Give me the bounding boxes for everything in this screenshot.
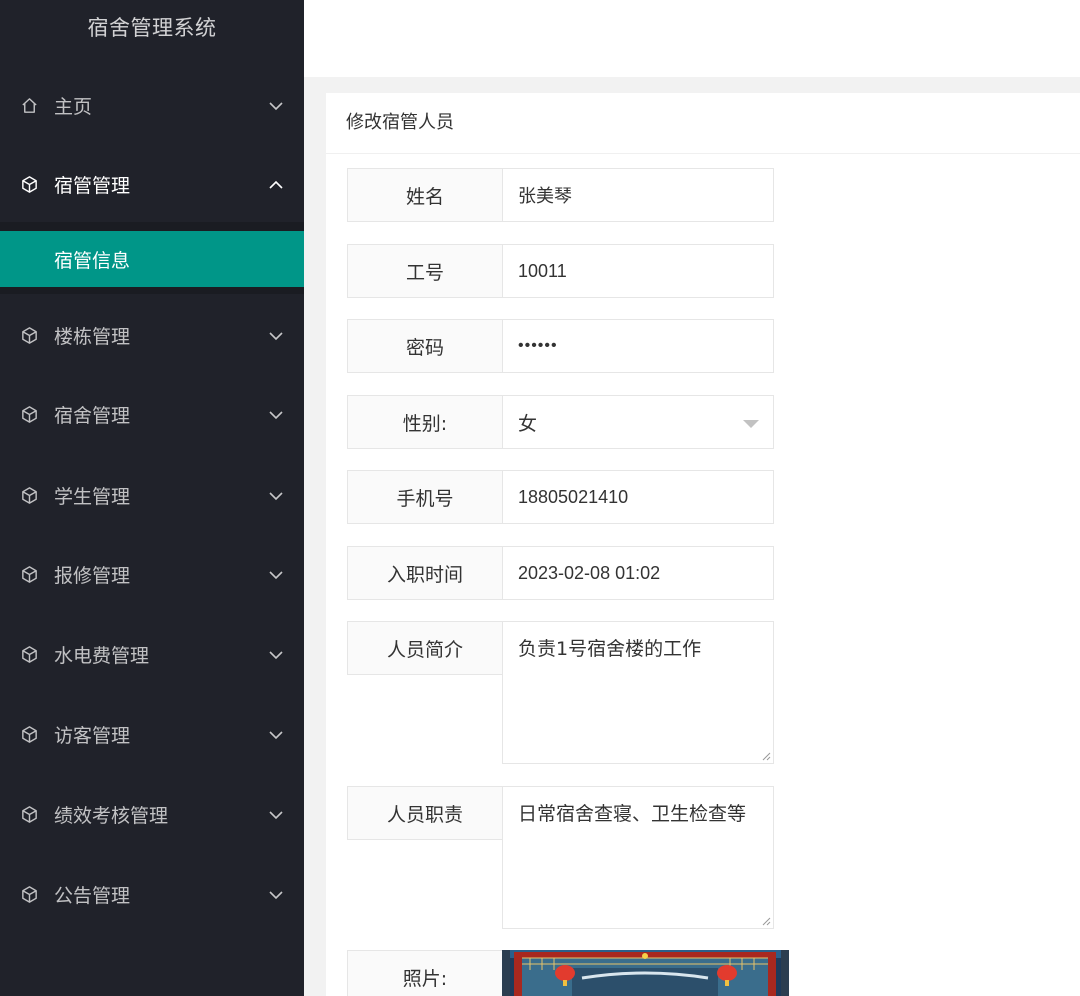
nav-item-visitor[interactable]: 访客管理 — [0, 706, 304, 762]
cube-icon — [19, 804, 39, 824]
nav-label: 宿舍管理 — [54, 404, 131, 427]
sidebar: 宿舍管理系统 主页 宿管管理 宿管信息 楼栋管理 宿舍管理 学生管理 报修管理 … — [0, 0, 304, 996]
app-title: 宿舍管理系统 — [87, 16, 217, 40]
field-label: 人员简介 — [347, 621, 503, 675]
chevron-down-icon — [268, 410, 284, 426]
nav-item-home[interactable]: 主页 — [0, 77, 304, 133]
nav-label: 绩效考核管理 — [54, 804, 169, 827]
form-row-password: 密码 •••••• — [347, 319, 774, 373]
field-label: 人员职责 — [347, 786, 503, 840]
phone-input[interactable]: 18805021410 — [503, 470, 774, 524]
gender-value: 女 — [518, 412, 538, 435]
cube-icon — [19, 404, 39, 424]
field-label: 手机号 — [347, 470, 503, 524]
cube-icon — [19, 174, 39, 194]
nav-label: 主页 — [54, 95, 93, 118]
chevron-down-icon — [268, 890, 284, 906]
duty-text: 日常宿舍查寝、卫生检查等 — [518, 803, 747, 825]
form-row-photo: 照片: — [347, 950, 789, 996]
home-icon — [19, 95, 39, 115]
chevron-down-icon — [268, 491, 284, 507]
chevron-down-icon — [268, 650, 284, 666]
name-input[interactable]: 张美琴 — [503, 168, 774, 222]
form-row-intro: 人员简介 负责1号宿舍楼的工作 — [347, 621, 774, 764]
cube-icon — [19, 485, 39, 505]
cube-icon — [19, 884, 39, 904]
chevron-up-icon — [268, 180, 284, 196]
resize-grip-icon[interactable] — [761, 751, 771, 761]
nav-item-repair[interactable]: 报修管理 — [0, 546, 304, 602]
form-row-gender: 性别: 女 — [347, 395, 774, 449]
nav-item-dorm-manager[interactable]: 宿管管理 — [0, 156, 304, 212]
nav-label: 楼栋管理 — [54, 325, 131, 348]
form-row-name: 姓名 张美琴 — [347, 168, 774, 222]
form-row-job-number: 工号 10011 — [347, 244, 774, 298]
hire-time-input[interactable]: 2023-02-08 01:02 — [503, 546, 774, 600]
caret-down-icon — [743, 420, 759, 428]
resize-grip-icon[interactable] — [761, 916, 771, 926]
field-label: 照片: — [347, 950, 503, 996]
nav-item-dorm[interactable]: 宿舍管理 — [0, 386, 304, 442]
nav-label: 宿管管理 — [54, 174, 131, 197]
gender-select[interactable]: 女 — [503, 395, 774, 449]
field-label: 密码 — [347, 319, 503, 373]
nav-item-performance[interactable]: 绩效考核管理 — [0, 786, 304, 842]
nav-item-utility-fee[interactable]: 水电费管理 — [0, 626, 304, 682]
duty-textarea[interactable]: 日常宿舍查寝、卫生检查等 — [502, 786, 774, 929]
chevron-down-icon — [268, 101, 284, 117]
card-title: 修改宿管人员 — [326, 93, 1080, 154]
cube-icon — [19, 724, 39, 744]
nav-item-student[interactable]: 学生管理 — [0, 467, 304, 523]
chevron-down-icon — [268, 730, 284, 746]
top-header — [304, 0, 1080, 77]
chevron-down-icon — [268, 570, 284, 586]
field-label: 入职时间 — [347, 546, 503, 600]
form-row-hire-time: 入职时间 2023-02-08 01:02 — [347, 546, 774, 600]
cube-icon — [19, 644, 39, 664]
form-row-phone: 手机号 18805021410 — [347, 470, 774, 524]
submenu: 宿管信息 — [0, 222, 304, 294]
field-label: 工号 — [347, 244, 503, 298]
chevron-down-icon — [268, 810, 284, 826]
cube-icon — [19, 564, 39, 584]
photo-image — [502, 950, 789, 996]
form-row-duty: 人员职责 日常宿舍查寝、卫生检查等 — [347, 786, 774, 929]
password-input[interactable]: •••••• — [503, 319, 774, 373]
nav-item-building[interactable]: 楼栋管理 — [0, 307, 304, 363]
nav-label: 访客管理 — [54, 724, 131, 747]
intro-textarea[interactable]: 负责1号宿舍楼的工作 — [502, 621, 774, 764]
submenu-item-dorm-manager-info[interactable]: 宿管信息 — [0, 231, 304, 287]
chevron-down-icon — [268, 331, 284, 347]
nav-label: 学生管理 — [54, 485, 131, 508]
intro-text: 负责1号宿舍楼的工作 — [518, 638, 702, 660]
staff-photo[interactable] — [502, 950, 789, 996]
field-label: 姓名 — [347, 168, 503, 222]
submenu-label: 宿管信息 — [54, 249, 131, 272]
nav-item-notice[interactable]: 公告管理 — [0, 866, 304, 922]
cube-icon — [19, 325, 39, 345]
nav-label: 公告管理 — [54, 884, 131, 907]
nav-label: 报修管理 — [54, 564, 131, 587]
nav-label: 水电费管理 — [54, 644, 150, 667]
field-label: 性别: — [347, 395, 503, 449]
job-number-input[interactable]: 10011 — [503, 244, 774, 298]
